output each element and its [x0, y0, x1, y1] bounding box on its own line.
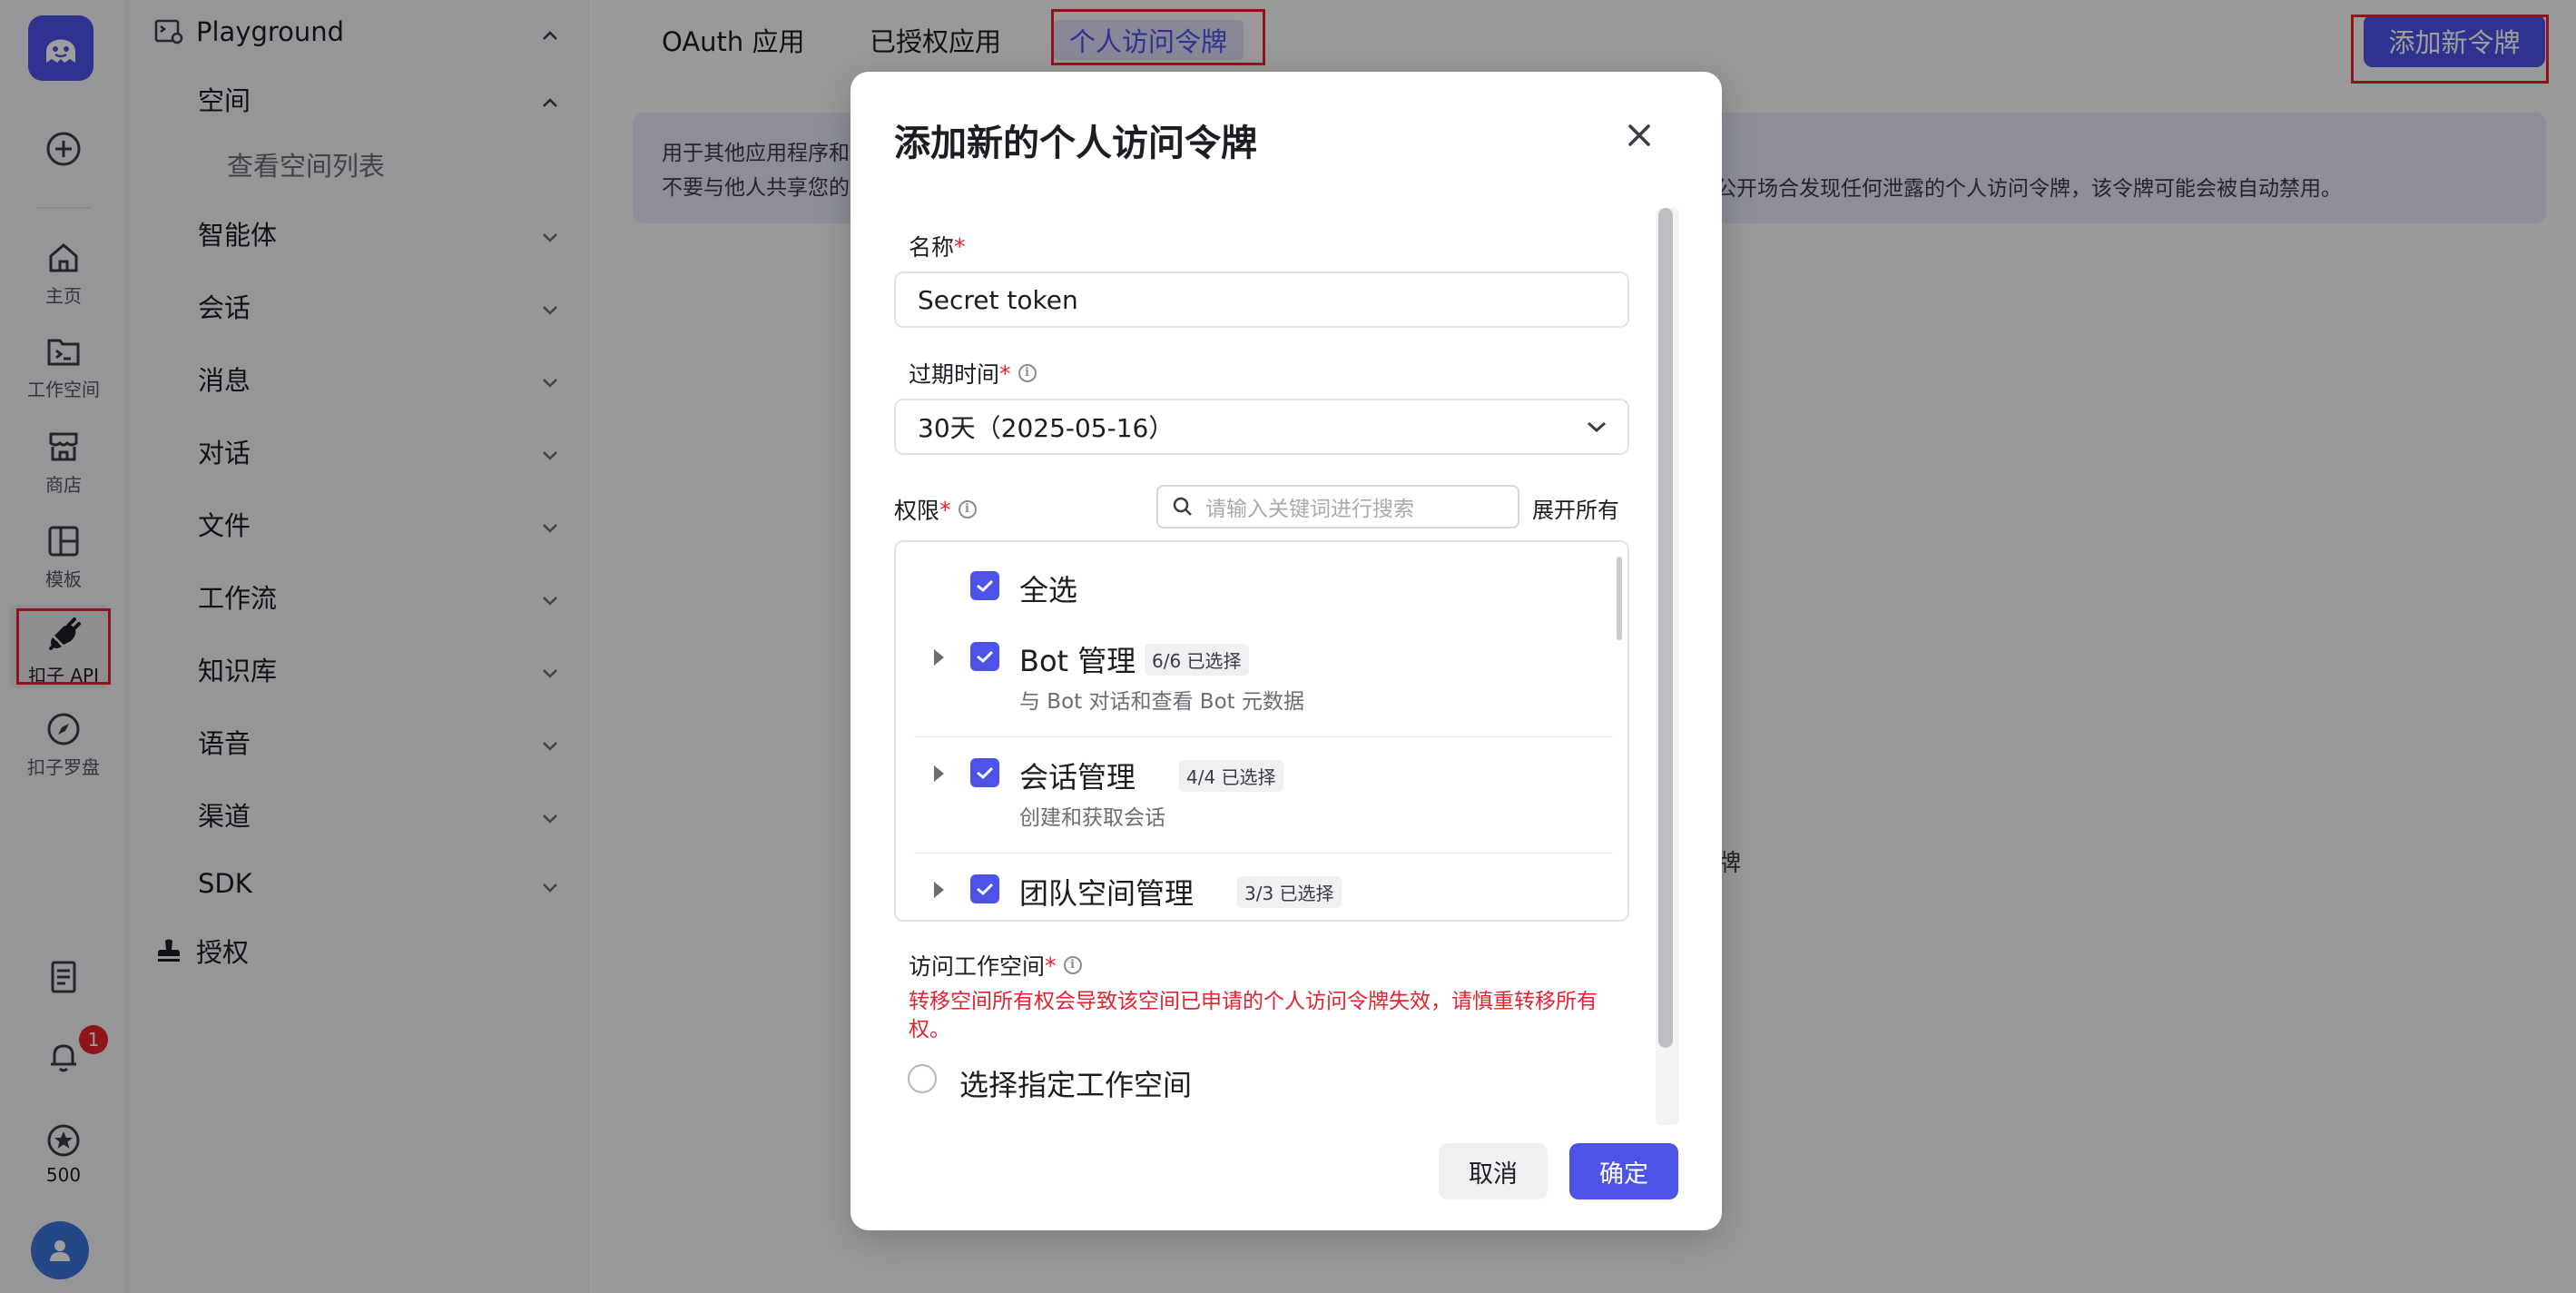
caret-right-icon[interactable]	[934, 765, 944, 782]
search-icon	[1173, 497, 1192, 516]
permission-label-text: 权限	[894, 498, 940, 524]
permission-name: 会话管理	[1019, 760, 1136, 795]
permission-search-input[interactable]: 请输入关键词进行搜索	[1156, 485, 1519, 528]
required-mark: *	[939, 496, 951, 523]
cancel-button[interactable]: 取消	[1439, 1143, 1548, 1199]
permission-desc: 创建和获取会话	[1019, 806, 1165, 830]
chevron-down-icon	[1588, 421, 1606, 433]
transfer-warning: 转移空间所有权会导致该空间已申请的个人访问令牌失效，请慎重转移所有权。	[909, 990, 1598, 1041]
permission-desc: 与 Bot 对话和查看 Bot 元数据	[1019, 690, 1304, 714]
expiry-select[interactable]: 30天（2025-05-16）	[894, 399, 1629, 455]
add-token-dialog: 添加新的个人访问令牌 名称 * Secret token 过期时间 * i 30天（…	[850, 72, 1722, 1230]
workspace-label-text: 访问工作空间	[909, 953, 1046, 980]
caret-right-icon[interactable]	[934, 649, 944, 666]
close-button[interactable]	[1619, 115, 1659, 155]
permission-label: 权限 * i	[894, 493, 977, 526]
permission-tree: 全选 Bot 管理 6/6 已选择 与 Bot 对话和查看 Bot 元数据 会话…	[894, 540, 1629, 922]
workspace-label: 访问工作空间 * i	[909, 949, 1082, 982]
permission-name: Bot 管理	[1019, 644, 1136, 678]
expiry-label-text: 过期时间	[909, 361, 1000, 388]
name-label-text: 名称	[909, 234, 955, 261]
required-mark: *	[954, 232, 966, 260]
divider	[914, 736, 1613, 737]
name-input[interactable]: Secret token	[894, 271, 1629, 328]
workspace-radio[interactable]	[908, 1064, 937, 1093]
permission-count-badge: 4/4 已选择	[1179, 760, 1283, 792]
caret-right-icon[interactable]	[934, 882, 944, 898]
dialog-scrollbar[interactable]	[1658, 208, 1673, 1048]
search-placeholder: 请输入关键词进行搜索	[1205, 498, 1414, 521]
expiry-label: 过期时间 * i	[909, 357, 1037, 390]
permission-name: 团队空间管理	[1019, 876, 1195, 911]
required-mark: *	[999, 360, 1011, 387]
confirm-button[interactable]: 确定	[1569, 1143, 1678, 1199]
expiry-value: 30天（2025-05-16）	[918, 413, 1175, 443]
permission-checkbox-team-space[interactable]	[970, 874, 999, 903]
select-all-label: 全选	[1019, 573, 1078, 607]
info-icon[interactable]: i	[958, 500, 977, 518]
permission-scrollbar[interactable]	[1617, 557, 1622, 640]
check-icon	[977, 766, 994, 780]
divider	[914, 853, 1613, 854]
permission-count-badge: 3/3 已选择	[1237, 876, 1342, 908]
info-icon[interactable]: i	[1063, 956, 1082, 974]
name-label: 名称 *	[909, 230, 966, 262]
select-all-checkbox[interactable]	[970, 571, 999, 600]
permission-checkbox-bot[interactable]	[970, 642, 999, 671]
check-icon	[977, 579, 994, 593]
info-icon[interactable]: i	[1018, 364, 1037, 382]
required-mark: *	[1045, 952, 1057, 979]
check-icon	[977, 650, 994, 664]
permission-count-badge: 6/6 已选择	[1145, 644, 1249, 676]
check-icon	[977, 883, 994, 896]
permission-checkbox-conversation[interactable]	[970, 758, 999, 787]
dialog-title: 添加新的个人访问令牌	[894, 123, 1257, 164]
close-icon	[1628, 124, 1650, 146]
workspace-radio-label[interactable]: 选择指定工作空间	[959, 1062, 1192, 1104]
expand-all-button[interactable]: 展开所有	[1532, 492, 1619, 524]
